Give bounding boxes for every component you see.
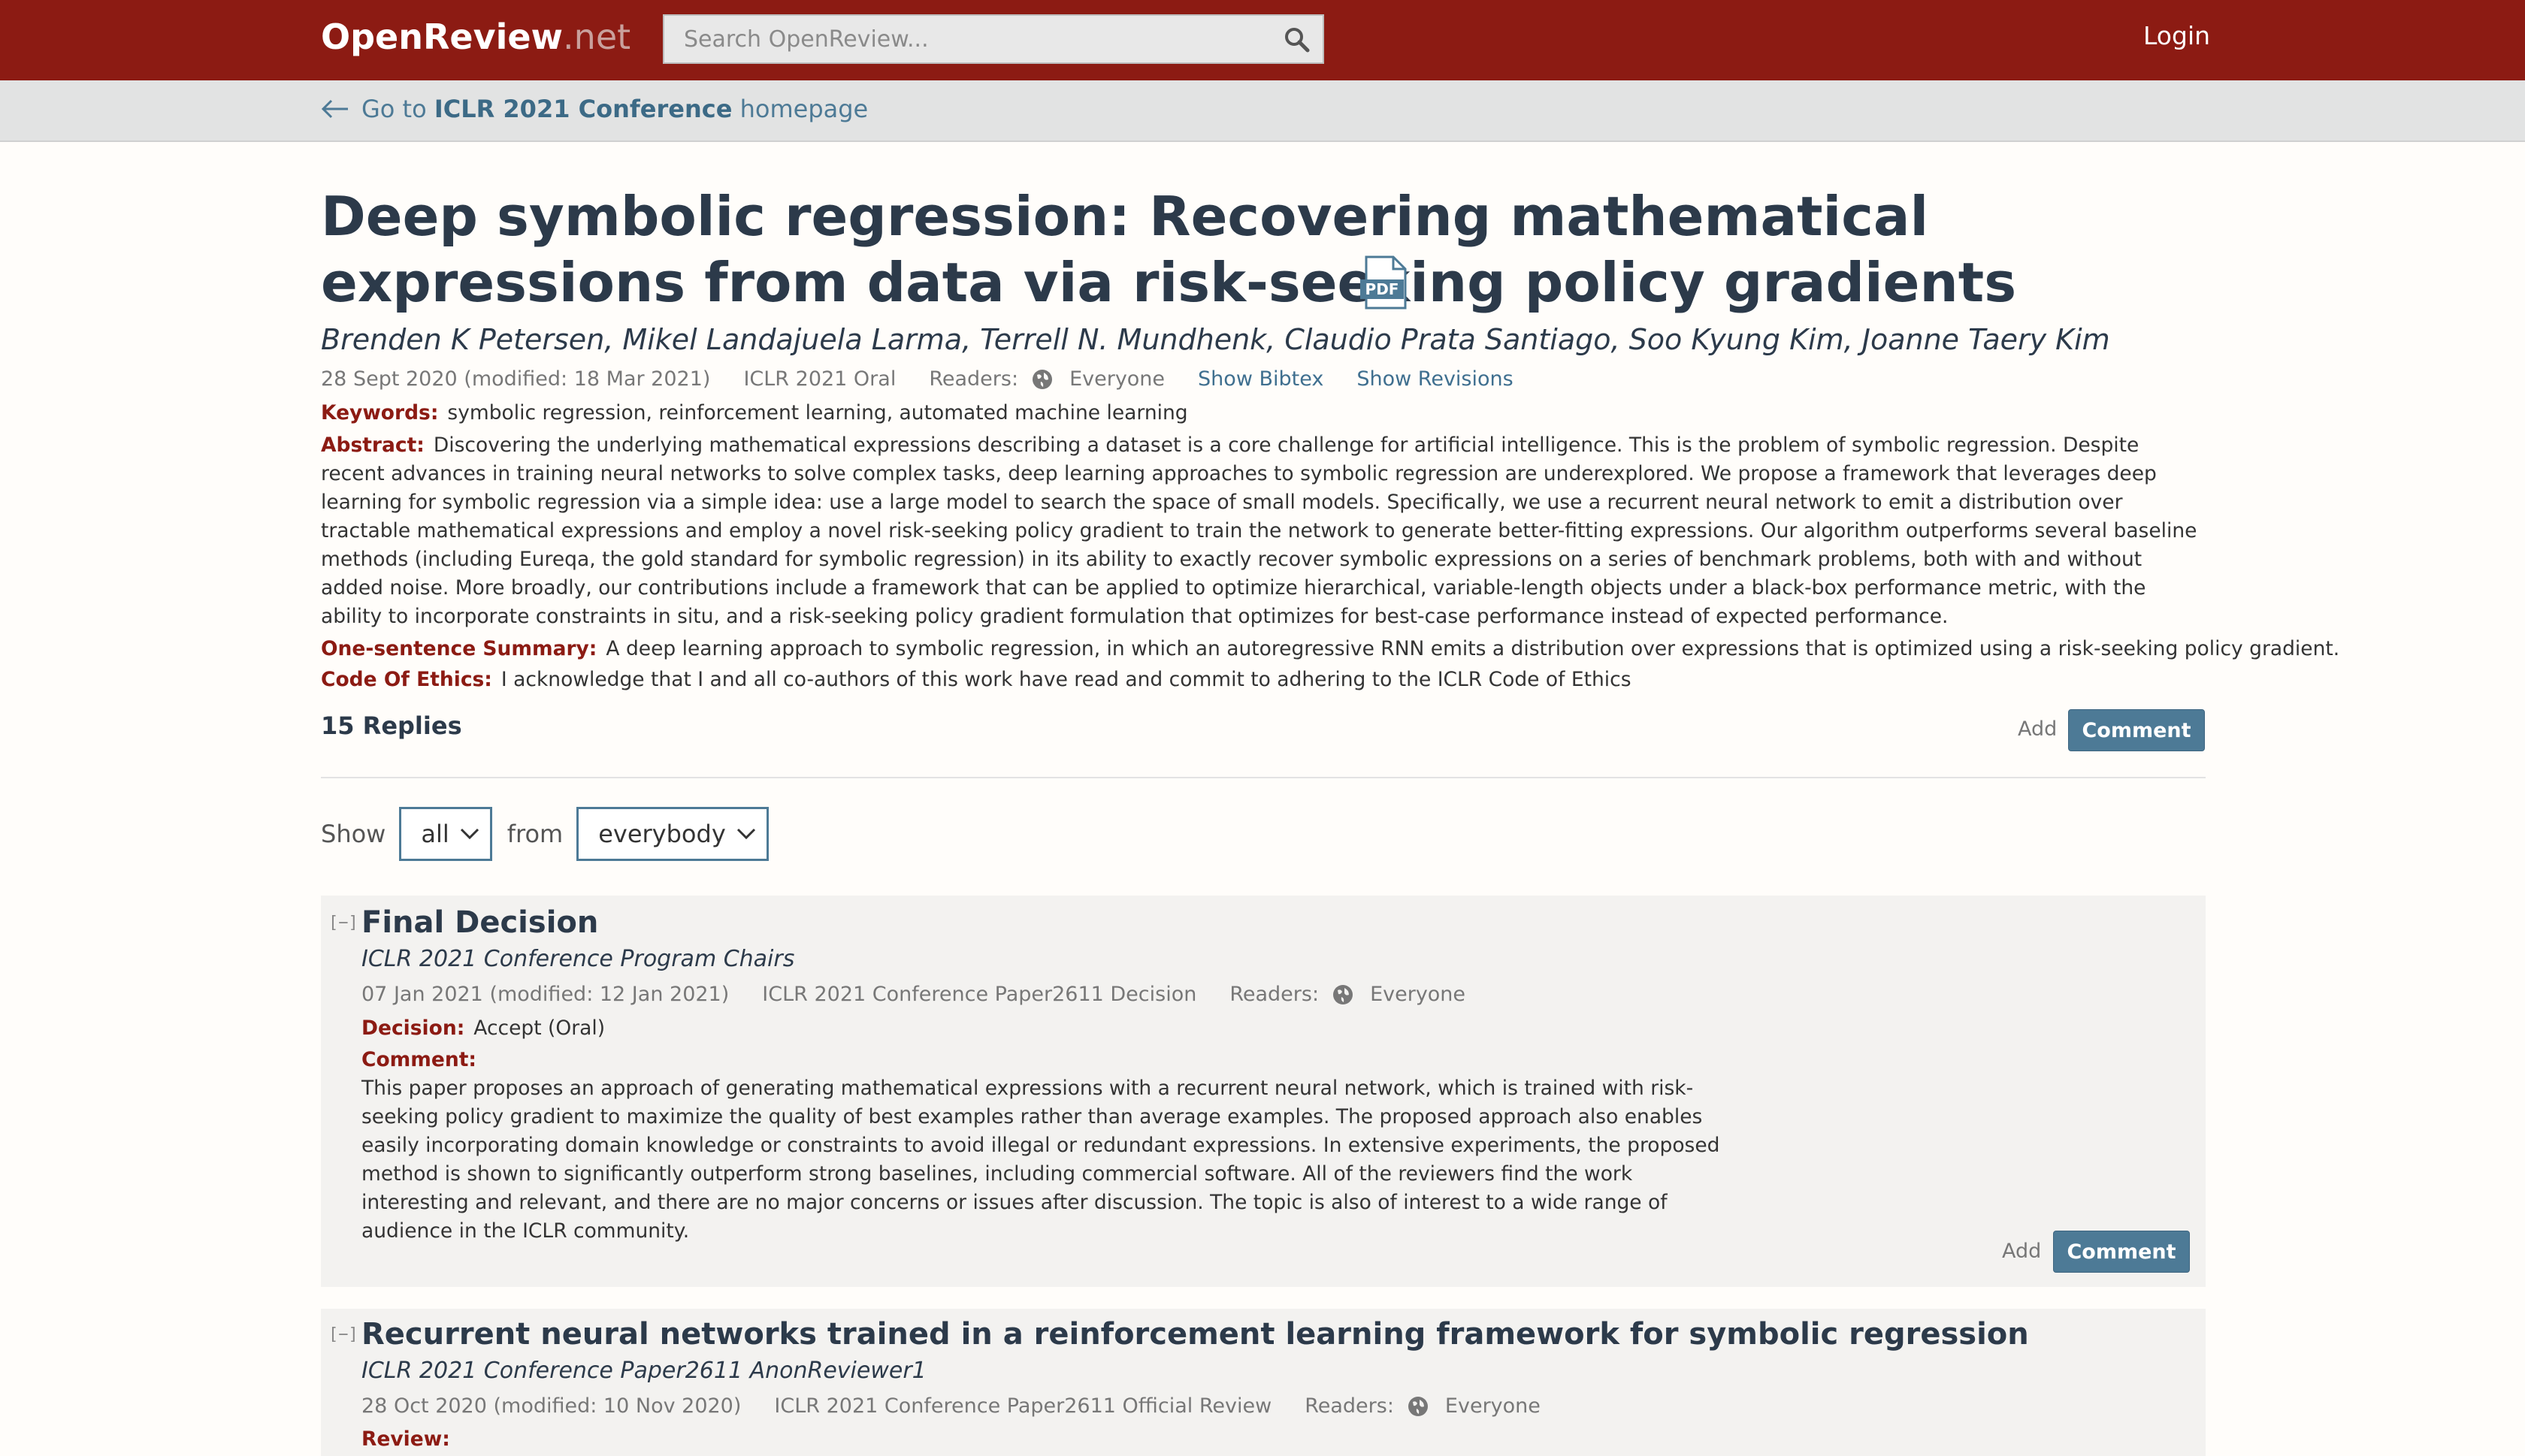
decision-value: Accept (Oral) — [473, 1016, 606, 1040]
pdf-icon[interactable]: PDF — [1360, 255, 1410, 310]
note-title[interactable]: Recurrent neural networks trained in a r… — [361, 1317, 2029, 1352]
note-invitation: ICLR 2021 Conference Paper2611 Official … — [774, 1394, 1272, 1418]
show-revisions-link[interactable]: Show Revisions — [1356, 367, 1513, 391]
show-bibtex-link[interactable]: Show Bibtex — [1198, 367, 1323, 391]
login-link[interactable]: Login — [2143, 21, 2210, 50]
readers-value: Everyone — [1069, 367, 1166, 391]
readers-label: Readers: — [1305, 1394, 1394, 1418]
chevron-down-icon — [736, 828, 755, 840]
decision-field: Decision: Accept (Oral) — [361, 1014, 605, 1043]
back-suffix: homepage — [732, 95, 869, 123]
back-venue: ICLR 2021 Conference — [434, 95, 733, 123]
review-label: Review: — [361, 1427, 450, 1451]
review-label-field: Review: — [361, 1425, 459, 1454]
comment-label-field: Comment: — [361, 1046, 485, 1074]
search-icon[interactable] — [1282, 25, 1312, 55]
ethics-label: Code Of Ethics: — [321, 668, 492, 691]
ethics-field: Code Of Ethics: I acknowledge that I and … — [321, 666, 1631, 694]
show-filter-select[interactable]: all — [399, 807, 492, 861]
paper-date: 28 Sept 2020 (modified: 18 Mar 2021) — [321, 367, 711, 391]
back-to-venue-link[interactable]: Go to ICLR 2021 Conference homepage — [321, 95, 868, 123]
summary-value: A deep learning approach to symbolic reg… — [606, 637, 2340, 660]
keywords-value: symbolic regression, reinforcement learn… — [447, 401, 1188, 424]
note-date: 07 Jan 2021 (modified: 12 Jan 2021) — [361, 983, 730, 1006]
openreview-logo[interactable]: OpenReview.net — [321, 17, 630, 57]
from-label: from — [507, 820, 564, 848]
abstract-label: Abstract: — [321, 433, 425, 457]
note-title[interactable]: Final Decision — [361, 905, 598, 940]
keywords-field: Keywords: symbolic regression, reinforcem… — [321, 399, 1188, 427]
show-filter-value: all — [421, 820, 449, 848]
brand-tld: .net — [563, 17, 631, 57]
summary-field: One-sentence Summary: A deep learning app… — [321, 635, 2339, 663]
globe-icon — [1333, 984, 1353, 1004]
keywords-label: Keywords: — [321, 401, 439, 424]
readers-value: Everyone — [1370, 983, 1466, 1006]
note-date: 28 Oct 2020 (modified: 10 Nov 2020) — [361, 1394, 742, 1418]
replies-count: 15 Replies — [321, 711, 462, 740]
comment-body: This paper proposes an approach of gener… — [361, 1077, 1720, 1243]
readers-label: Readers: — [1229, 983, 1320, 1006]
note-invitation: ICLR 2021 Conference Paper2611 Decision — [762, 983, 1197, 1006]
svg-text:PDF: PDF — [1365, 280, 1399, 298]
paper-venue: ICLR 2021 Oral — [743, 367, 897, 391]
abstract-field: Abstract: Discovering the underlying math… — [321, 431, 2207, 631]
add-comment-button[interactable]: Comment — [2068, 709, 2205, 751]
divider — [321, 777, 2206, 778]
summary-label: One-sentence Summary: — [321, 637, 597, 660]
paper-authors[interactable]: Brenden K Petersen, Mikel Landajuela Lar… — [321, 323, 2110, 356]
add-label: Add — [2018, 717, 2058, 741]
reply-filters: Show all from everybody — [321, 807, 769, 861]
search-input[interactable] — [664, 16, 1266, 62]
from-filter-value: everybody — [598, 820, 726, 848]
brand-main: OpenReview — [321, 17, 564, 57]
venue-subbar: Go to ICLR 2021 Conference homepage — [0, 80, 2525, 142]
globe-icon — [1408, 1396, 1428, 1416]
readers-value: Everyone — [1444, 1394, 1541, 1418]
comment-label: Comment: — [361, 1048, 476, 1071]
top-navbar: OpenReview.net Login — [0, 0, 2525, 80]
chevron-down-icon — [460, 828, 479, 840]
note-meta: 07 Jan 2021 (modified: 12 Jan 2021) ICLR… — [361, 983, 1498, 1006]
search-box — [663, 14, 1324, 64]
note-signature: ICLR 2021 Conference Program Chairs — [361, 946, 795, 972]
paper-title: Deep symbolic regression: Recovering mat… — [321, 185, 2017, 314]
note-signature: ICLR 2021 Conference Paper2611 AnonRevie… — [361, 1358, 927, 1384]
readers-label: Readers: — [929, 367, 1019, 391]
collapse-toggle[interactable]: [−] — [328, 914, 358, 932]
decision-label: Decision: — [361, 1016, 465, 1040]
paper-meta: 28 Sept 2020 (modified: 18 Mar 2021) ICL… — [321, 367, 1547, 391]
globe-icon — [1033, 369, 1053, 389]
note-meta: 28 Oct 2020 (modified: 10 Nov 2020) ICLR… — [361, 1394, 1574, 1418]
show-label: Show — [321, 820, 386, 848]
note-comment-button[interactable]: Comment — [2053, 1231, 2190, 1273]
add-label: Add — [2002, 1240, 2042, 1263]
back-prefix: Go to — [361, 95, 434, 123]
abstract-value: Discovering the underlying mathematical … — [321, 433, 2197, 628]
ethics-value: I acknowledge that I and all co-authors … — [500, 668, 1631, 691]
from-filter-select[interactable]: everybody — [576, 807, 769, 861]
arrow-left-icon — [321, 99, 348, 119]
collapse-toggle[interactable]: [−] — [328, 1325, 358, 1344]
